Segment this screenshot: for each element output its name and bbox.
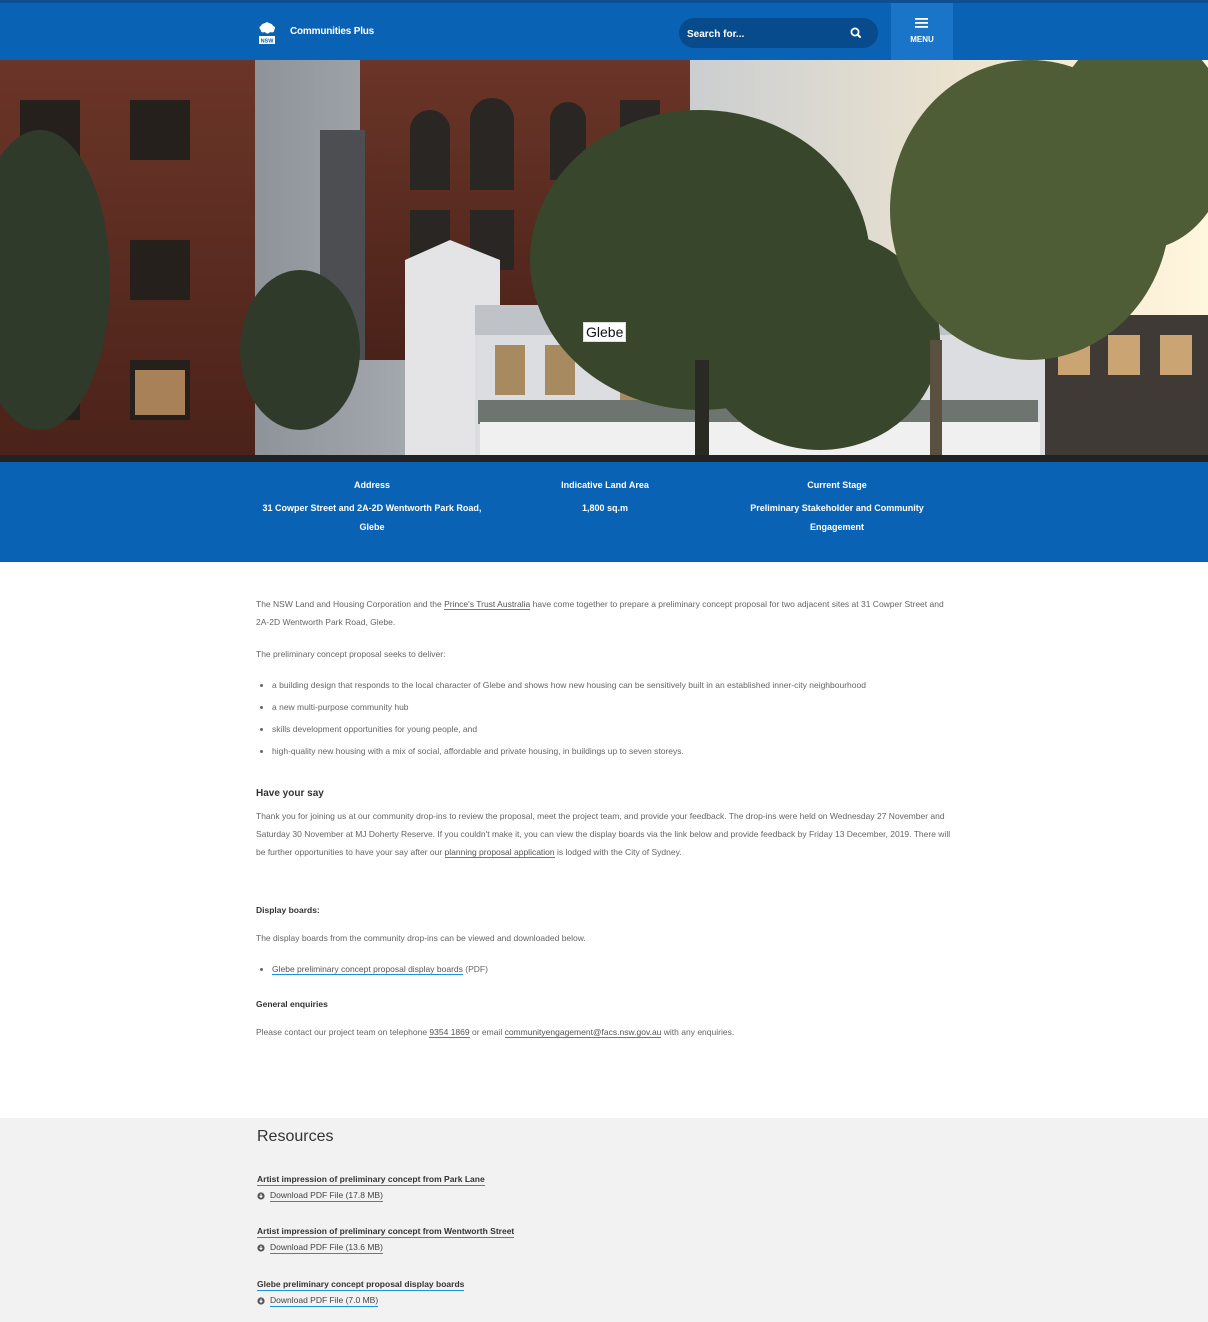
enquiries-paragraph: Please contact our project team on telep… (256, 1023, 956, 1041)
info-heading: Indicative Land Area (561, 480, 649, 490)
project-info-band: Address 31 Cowper Street and 2A-2D Wentw… (0, 462, 1208, 562)
deliverables-list: a building design that responds to the l… (256, 677, 956, 759)
info-value: Preliminary Stakeholder and Community En… (750, 503, 924, 532)
resource-item: Glebe preliminary concept proposal displ… (257, 1279, 465, 1307)
list-item: a building design that responds to the l… (272, 677, 956, 693)
list-item: skills development opportunities for you… (272, 721, 956, 737)
hero-image: Glebe (0, 60, 1208, 462)
intro-text: The NSW Land and Housing Corporation and… (256, 599, 445, 609)
princes-trust-link[interactable]: Prince's Trust Australia (444, 599, 531, 610)
download-link[interactable]: Download PDF File (17.8 MB) (257, 1190, 485, 1202)
have-your-say-paragraph: Thank you for joining us at our communit… (256, 807, 956, 861)
resources-title: Resources (257, 1128, 334, 1145)
resource-item: Artist impression of preliminary concept… (257, 1226, 515, 1254)
top-navigation-bar: NSW Communities Plus MENU (0, 0, 1208, 60)
display-boards-list: Glebe preliminary concept proposal displ… (256, 961, 956, 977)
download-label: Download PDF File (17.8 MB) (270, 1190, 383, 1202)
info-heading: Current Stage (807, 480, 867, 490)
search-box (679, 18, 878, 48)
search-input[interactable] (685, 24, 839, 44)
download-icon (257, 1244, 265, 1252)
nsw-logo-icon[interactable]: NSW (257, 21, 277, 45)
resource-link[interactable]: Glebe preliminary concept proposal displ… (257, 1279, 465, 1291)
info-value: 1,800 sq.m (581, 503, 629, 513)
info-value: 31 Cowper Street and 2A-2D Wentworth Par… (262, 503, 482, 532)
enq-text-end: with any enquiries. (661, 1027, 735, 1037)
resource-link[interactable]: Artist impression of preliminary concept… (257, 1226, 515, 1238)
pdf-suffix: (PDF) (462, 964, 488, 974)
info-heading: Address (353, 480, 390, 490)
say-text-cont: is lodged with the City of Sydney. (554, 847, 682, 857)
hero-illustration (0, 60, 1208, 462)
display-boards-link[interactable]: Glebe preliminary concept proposal displ… (272, 964, 463, 975)
menu-label: MENU (910, 35, 934, 44)
enq-text: Please contact our project team on telep… (256, 1027, 430, 1037)
site-title[interactable]: Communities Plus (290, 26, 374, 37)
list-item: high-quality new housing with a mix of s… (272, 743, 956, 759)
info-address: Address 31 Cowper Street and 2A-2D Wentw… (256, 480, 488, 537)
planning-proposal-link[interactable]: planning proposal application (444, 847, 555, 858)
hero-title: Glebe (583, 322, 627, 342)
intro-paragraph: The NSW Land and Housing Corporation and… (256, 595, 956, 631)
download-icon (257, 1297, 265, 1305)
resource-link[interactable]: Artist impression of preliminary concept… (257, 1174, 485, 1186)
resources-section: Resources Artist impression of prelimina… (0, 1118, 1208, 1322)
search-icon[interactable] (847, 24, 865, 42)
email-link[interactable]: communityengagement@facs.nsw.gov.au (504, 1027, 662, 1038)
download-label: Download PDF File (7.0 MB) (270, 1295, 379, 1307)
info-land-area: Indicative Land Area 1,800 sq.m (525, 480, 685, 518)
display-boards-heading: Display boards: (256, 905, 320, 915)
general-enquiries-heading: General enquiries (256, 999, 328, 1009)
info-current-stage: Current Stage Preliminary Stakeholder an… (730, 480, 944, 537)
menu-button[interactable]: MENU (891, 3, 953, 60)
download-link[interactable]: Download PDF File (7.0 MB) (257, 1295, 464, 1307)
enq-text-mid: or email (469, 1027, 505, 1037)
have-your-say-heading: Have your say (256, 788, 324, 799)
hamburger-icon (915, 18, 928, 28)
logo-text: NSW (261, 39, 275, 45)
list-item: Glebe preliminary concept proposal displ… (272, 961, 956, 977)
download-label: Download PDF File (13.6 MB) (270, 1242, 383, 1254)
phone-link[interactable]: 9354 1869 (429, 1027, 470, 1038)
list-item: a new multi-purpose community hub (272, 699, 956, 715)
resource-item: Artist impression of preliminary concept… (257, 1174, 485, 1202)
download-icon (257, 1192, 265, 1200)
download-link[interactable]: Download PDF File (13.6 MB) (257, 1242, 514, 1254)
deliver-intro: The preliminary concept proposal seeks t… (256, 649, 446, 659)
main-content: The NSW Land and Housing Corporation and… (256, 595, 956, 1055)
display-boards-text: The display boards from the community dr… (256, 933, 586, 943)
